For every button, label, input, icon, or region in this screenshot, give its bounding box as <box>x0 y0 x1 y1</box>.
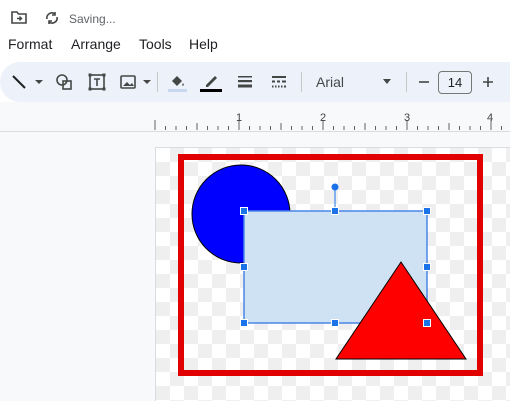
menu-format[interactable]: Format <box>8 36 52 52</box>
ruler-label: 3 <box>404 112 411 124</box>
border-color-icon[interactable] <box>199 70 223 94</box>
font-size-input[interactable]: 14 <box>438 71 472 94</box>
ruler-ticks <box>154 120 502 130</box>
line-tool-dropdown-icon[interactable] <box>32 70 46 94</box>
status-bar: Saving... <box>0 0 510 34</box>
saving-status: Saving... <box>69 12 116 26</box>
toolbar-divider <box>406 72 407 92</box>
resize-handle-se[interactable] <box>423 319 431 327</box>
sync-icon <box>44 10 60 26</box>
resize-handle-e[interactable] <box>423 263 431 271</box>
resize-handle-nw[interactable] <box>240 207 248 215</box>
toolbar-divider <box>157 72 158 92</box>
border-dash-icon[interactable] <box>267 70 291 94</box>
text-box-icon[interactable] <box>85 70 109 94</box>
toolbar: Arial 14 <box>0 62 510 102</box>
rotate-handle[interactable] <box>331 183 339 191</box>
resize-handle-n[interactable] <box>331 207 339 215</box>
drawing-layer <box>178 154 483 376</box>
decrease-font-size-button[interactable] <box>414 70 434 94</box>
ruler-label: 4 <box>487 112 494 124</box>
font-family-value: Arial <box>316 74 345 90</box>
resize-handle-s[interactable] <box>331 319 339 327</box>
toolbar-divider <box>301 72 302 92</box>
font-dropdown-icon <box>383 79 391 84</box>
horizontal-ruler: 1 2 3 4 <box>0 102 510 132</box>
drawing-workspace[interactable] <box>0 132 510 401</box>
image-icon[interactable] <box>116 70 140 94</box>
menu-bar: Format Arrange Tools Help <box>0 34 510 56</box>
shape-tool-icon[interactable] <box>52 70 76 94</box>
ruler-label: 2 <box>320 112 327 124</box>
menu-help[interactable]: Help <box>189 36 218 52</box>
increase-font-size-button[interactable] <box>478 70 498 94</box>
ruler-label: 1 <box>236 112 243 124</box>
menu-tools[interactable]: Tools <box>139 36 172 52</box>
font-family-select[interactable]: Arial <box>309 70 399 94</box>
image-dropdown-icon[interactable] <box>140 70 154 94</box>
menu-arrange[interactable]: Arrange <box>71 36 121 52</box>
fill-color-icon[interactable] <box>165 70 189 94</box>
border-weight-icon[interactable] <box>233 70 257 94</box>
resize-handle-ne[interactable] <box>423 207 431 215</box>
resize-handle-sw[interactable] <box>240 319 248 327</box>
move-folder-icon[interactable] <box>11 11 27 24</box>
line-tool-icon[interactable] <box>6 70 32 94</box>
resize-handle-w[interactable] <box>240 263 248 271</box>
